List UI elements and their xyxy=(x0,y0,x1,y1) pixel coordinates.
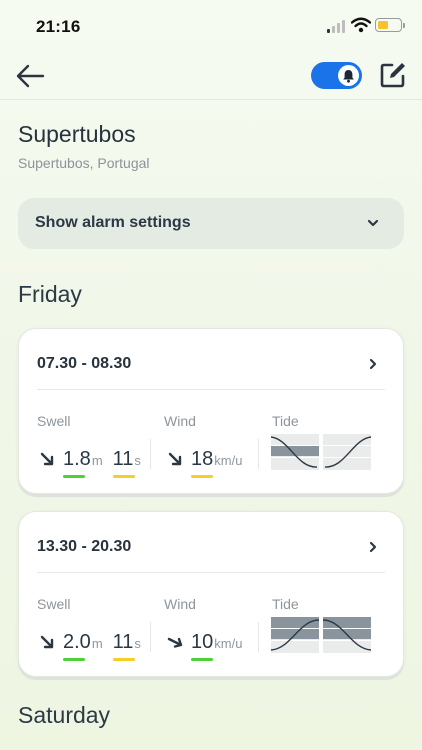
wind-label: Wind xyxy=(164,596,196,612)
slot-card[interactable]: 13.30 - 20.30 Swell Wind Tide 2.0 m 11 s 1… xyxy=(18,511,404,677)
spot-location: Supertubos, Portugal xyxy=(18,155,150,171)
swell-height: 2.0 m xyxy=(63,631,103,661)
swell-values: 2.0 m 11 s xyxy=(39,624,141,661)
day-heading-saturday: Saturday xyxy=(18,702,111,728)
edit-icon[interactable] xyxy=(378,60,408,90)
wind-label: Wind xyxy=(164,413,196,429)
wind-values: 18 km/u xyxy=(167,441,242,478)
chevron-right-icon xyxy=(369,541,377,553)
divider xyxy=(37,572,385,573)
day-heading-friday: Friday xyxy=(18,281,82,307)
swell-label: Swell xyxy=(37,413,71,429)
alarm-settings-label: Show alarm settings xyxy=(35,214,191,231)
tide-label: Tide xyxy=(272,413,299,429)
nav-bar xyxy=(0,52,422,100)
cellular-signal-icon xyxy=(327,19,347,33)
swell-period: 11 s xyxy=(112,631,141,661)
status-bar: 21:16 xyxy=(0,0,422,52)
arrow-down-right-icon xyxy=(168,452,182,466)
battery-icon xyxy=(375,18,405,32)
swell-period: 11 s xyxy=(112,448,141,478)
back-arrow-icon[interactable] xyxy=(14,60,48,92)
tide-label: Tide xyxy=(272,596,299,612)
bell-icon xyxy=(338,65,359,86)
arrow-down-right-icon xyxy=(40,452,54,466)
chevron-down-icon xyxy=(367,219,379,227)
alarm-toggle[interactable] xyxy=(311,62,362,89)
wifi-icon xyxy=(351,17,371,33)
tide-graph xyxy=(271,434,371,470)
wind-speed: 18 km/u xyxy=(191,448,242,478)
wind-values: 10 km/u xyxy=(167,624,242,661)
show-alarm-settings-button[interactable]: Show alarm settings xyxy=(18,198,404,249)
swell-label: Swell xyxy=(37,596,71,612)
slot-time: 07.30 - 08.30 xyxy=(37,355,132,372)
slot-time: 13.30 - 20.30 xyxy=(37,538,132,555)
wind-speed: 10 km/u xyxy=(191,631,242,661)
tide-graph xyxy=(271,617,371,653)
status-time: 21:16 xyxy=(36,17,81,36)
slot-card[interactable]: 07.30 - 08.30 Swell Wind Tide 1.8 m 11 s 1… xyxy=(18,328,404,494)
swell-height: 1.8 m xyxy=(63,448,103,478)
swell-values: 1.8 m 11 s xyxy=(39,441,141,478)
arrow-down-right-icon xyxy=(40,635,54,649)
divider xyxy=(37,389,385,390)
arrow-right-down-icon xyxy=(167,637,183,648)
chevron-right-icon xyxy=(369,358,377,370)
spot-title: Supertubos xyxy=(18,121,136,147)
